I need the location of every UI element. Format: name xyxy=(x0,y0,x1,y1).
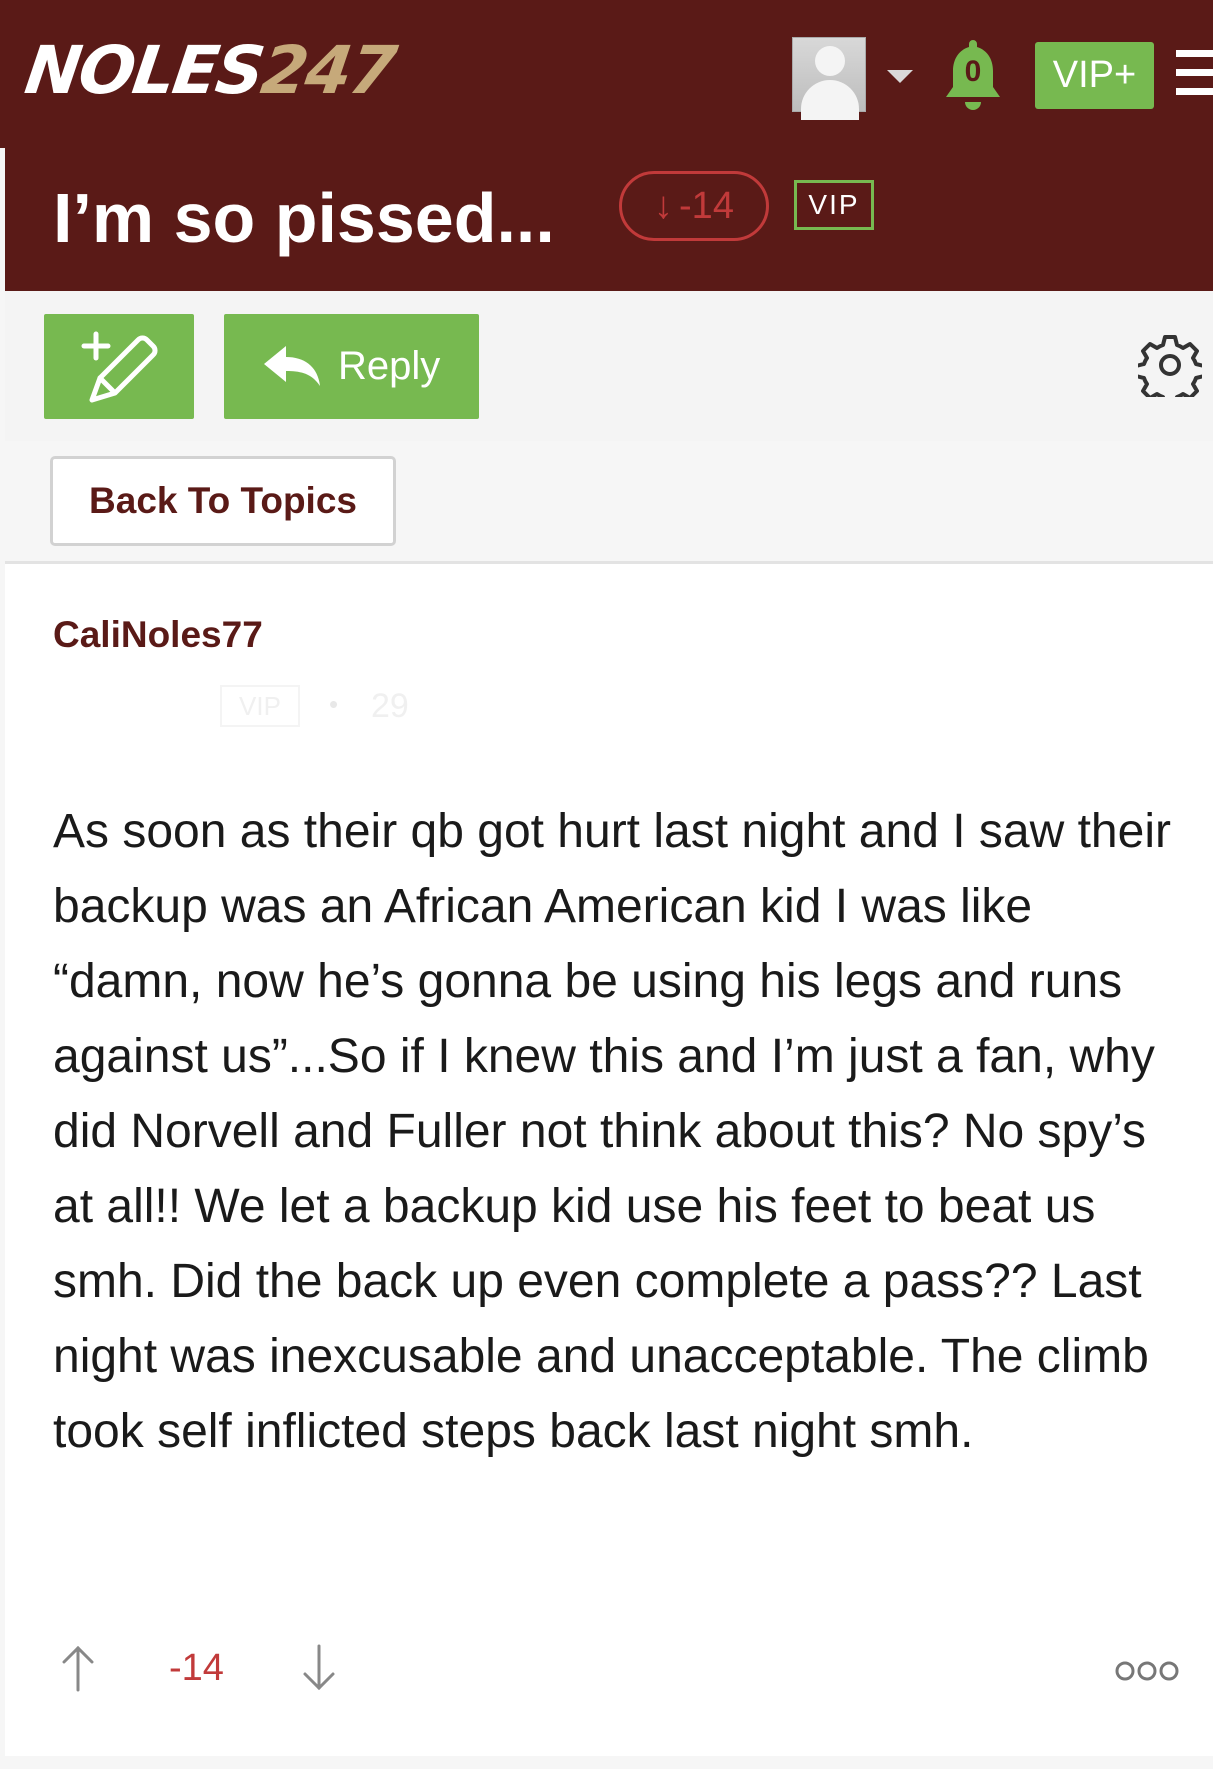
more-options-icon[interactable] xyxy=(1115,1659,1179,1683)
reply-label: Reply xyxy=(338,344,441,388)
site-header: NOLES247 0 VIP+ xyxy=(0,0,1213,148)
reply-arrow-icon xyxy=(264,346,320,386)
new-topic-icon xyxy=(81,331,158,403)
site-logo[interactable]: NOLES247 xyxy=(20,26,400,116)
notification-count: 0 xyxy=(964,55,982,88)
post-card: CaliNoles77 VIP • 29 As soon as their qb… xyxy=(5,561,1213,1756)
vip-badge: VIP xyxy=(794,180,874,230)
hamburger-icon[interactable] xyxy=(1176,50,1213,96)
topic-title-bar: I’m so pissed... ↓ -14 VIP xyxy=(5,148,1213,291)
arrow-down-icon: ↓ xyxy=(654,185,674,227)
chevron-down-icon[interactable] xyxy=(887,70,913,83)
gear-icon[interactable] xyxy=(1138,333,1202,397)
post-body: As soon as their qb got hurt last night … xyxy=(53,805,1171,1458)
action-bar: Reply xyxy=(5,291,1213,441)
user-avatar[interactable] xyxy=(792,37,866,120)
author-vip-badge: VIP xyxy=(220,685,300,727)
arrow-up-icon[interactable] xyxy=(60,1644,96,1692)
post-score: -14 xyxy=(169,1647,224,1689)
arrow-down-icon[interactable] xyxy=(301,1644,337,1692)
page-title: I’m so pissed... xyxy=(53,179,555,257)
reply-button[interactable]: Reply xyxy=(224,314,479,419)
new-topic-button[interactable] xyxy=(44,314,194,419)
post-author[interactable]: CaliNoles77 xyxy=(53,614,263,656)
author-post-count: 29 xyxy=(371,687,409,725)
back-to-topics-button[interactable]: Back To Topics xyxy=(50,456,396,546)
topic-score-badge: ↓ -14 xyxy=(619,171,769,241)
vip-plus-button[interactable]: VIP+ xyxy=(1035,42,1154,109)
topic-score: -14 xyxy=(679,185,734,227)
logo-primary: NOLES xyxy=(20,32,268,109)
meta-separator: • xyxy=(329,689,339,719)
logo-number: 247 xyxy=(256,32,400,109)
